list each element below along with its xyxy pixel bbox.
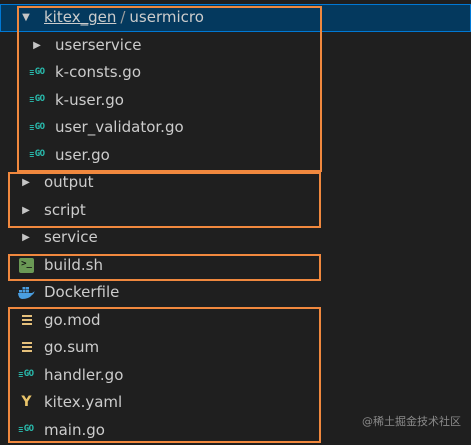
tree-item-label: Dockerfile [44,283,120,301]
tree-item-service[interactable]: ▶ service [0,224,471,252]
file-explorer-tree: ▼ kitex_gen / usermicro ▶ userservice ≡ GO … [0,4,471,444]
chevron-down-icon[interactable]: ▼ [21,4,31,32]
go-mod-icon [22,314,32,327]
tree-item-label: k-consts.go [55,63,142,81]
tree-item-script[interactable]: ▶ script [0,197,471,225]
tree-item-k-user-go[interactable]: ≡ GO k-user.go [0,87,471,115]
go-file-icon: ≡ GO [29,94,45,105]
breadcrumb: kitex_gen / usermicro [44,4,204,32]
tree-item-k-consts-go[interactable]: ≡ GO k-consts.go [0,59,471,87]
chevron-right-icon[interactable]: ▶ [21,169,31,197]
chevron-right-icon[interactable]: ▶ [32,32,42,60]
breadcrumb-kitex-gen[interactable]: kitex_gen [44,8,116,26]
yaml-icon: Y [21,393,32,410]
breadcrumb-separator: / [120,8,126,26]
tree-item-build-sh[interactable]: >_ build.sh [0,252,471,280]
breadcrumb-usermicro[interactable]: usermicro [129,8,204,26]
chevron-right-icon[interactable]: ▶ [21,197,31,225]
terminal-icon: >_ [19,257,34,273]
tree-item-handler-go[interactable]: ≡ GO handler.go [0,362,471,390]
tree-item-label: go.mod [44,310,101,329]
tree-item-label: output [44,173,94,191]
tree-item-user-go[interactable]: ≡ GO user.go [0,142,471,170]
tree-item-label: userservice [55,35,142,54]
go-file-icon: ≡ GO [18,424,34,435]
tree-item-label: user_validator.go [55,118,184,136]
go-file-icon: ≡ GO [18,369,34,380]
tree-item-label: user.go [55,145,110,164]
tree-item-label: go.sum [44,338,100,356]
chevron-right-icon[interactable]: ▶ [21,224,31,252]
tree-item-label: script [44,200,86,219]
go-file-icon: ≡ GO [29,66,45,77]
tree-item-dockerfile[interactable]: Dockerfile [0,279,471,307]
tree-item-userservice[interactable]: ▶ userservice [0,32,471,60]
tree-item-go-mod[interactable]: go.mod [0,307,471,335]
tree-item-user-validator-go[interactable]: ≡ GO user_validator.go [0,114,471,142]
go-file-icon: ≡ GO [29,149,45,160]
tree-item-label: build.sh [44,255,103,274]
tree-item-go-sum[interactable]: go.sum [0,334,471,362]
watermark: @稀土掘金技术社区 [362,415,461,428]
tree-item-output[interactable]: ▶ output [0,169,471,197]
go-sum-icon [22,342,32,354]
tree-item-label: service [44,228,98,246]
docker-icon [17,285,35,300]
tree-item-label: handler.go [44,365,124,384]
tree-item-label: k-user.go [55,90,124,109]
tree-item-kitex-gen-usermicro[interactable]: ▼ kitex_gen / usermicro [0,4,471,32]
tree-item-label: kitex.yaml [44,393,123,411]
tree-item-label: main.go [44,420,105,439]
go-file-icon: ≡ GO [29,121,45,132]
